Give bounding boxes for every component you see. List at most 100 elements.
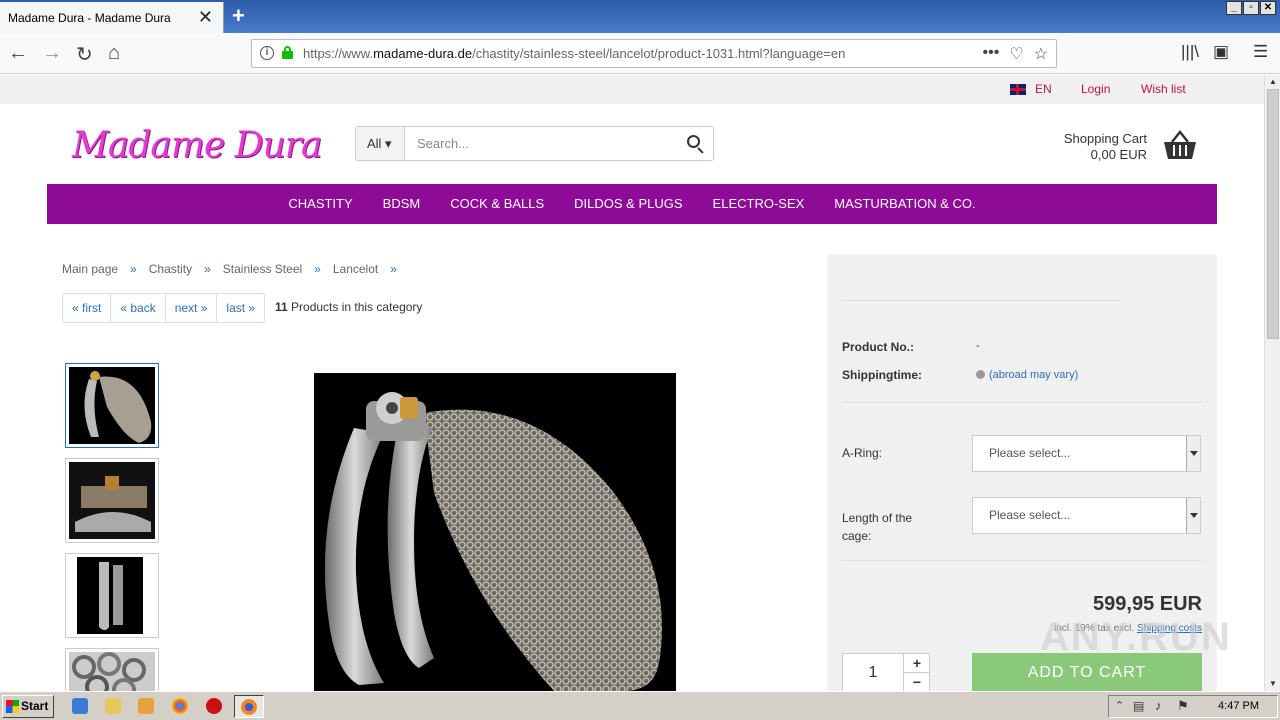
scrollbar-thumb[interactable] [1267,89,1279,339]
minimize-button[interactable]: _ [1226,1,1242,15]
divider [842,402,1202,403]
aring-select[interactable]: Please select... [972,435,1201,472]
product-thumbnail[interactable] [65,458,159,543]
pocket-icon[interactable]: ♡ [1009,44,1023,64]
menu-item-dildos-plugs[interactable]: DILDOS & PLUGS [559,184,697,224]
network-icon[interactable]: ▤ [1133,699,1144,713]
firefox-icon [241,699,257,715]
tab-title: Madame Dura - Madame Dura [8,11,171,25]
divider [842,300,1122,301]
cage-length-select[interactable]: Please select... [972,497,1201,534]
login-link[interactable]: Login [1081,82,1110,96]
chevron-down-icon [1186,436,1200,471]
cart-label[interactable]: Shopping Cart [1064,131,1147,146]
search-input[interactable] [406,127,676,160]
chrome-icon[interactable] [172,698,188,714]
aring-label: A-Ring: [842,446,883,460]
quantity-plus-button[interactable]: + [903,654,930,673]
breadcrumb-item[interactable]: Stainless Steel [223,262,302,276]
info-icon[interactable]: i [260,46,274,60]
product-number-label: Product No.: [842,340,914,354]
product-thumbnail[interactable] [65,363,159,448]
browser-tabbar: Madame Dura - Madame Dura ✕ + _ ▫ ✕ [0,0,1280,33]
menu-item-masturbation[interactable]: MASTURBATION & CO. [819,184,990,224]
site-logo[interactable]: Madame Dura [72,125,322,166]
breadcrumb-separator: » [130,262,137,276]
tray-expand-icon[interactable]: ⌃ [1115,699,1124,712]
status-dot-icon [976,370,985,379]
shipping-time-value: (abroad may vary) [976,369,1078,381]
quantity-input[interactable]: 1 [843,654,903,691]
product-thumbnail[interactable] [65,648,159,691]
hamburger-menu-icon[interactable]: ☰ [1253,42,1268,62]
library-icon[interactable]: |||\ [1181,42,1199,62]
page-actions-icon[interactable]: ••• [983,44,1000,64]
wishlist-link[interactable]: Wish list [1141,82,1186,96]
forward-arrow-icon[interactable]: → [42,42,62,65]
breadcrumb-item[interactable]: Chastity [149,262,192,276]
pager-next-button[interactable]: next » [166,294,218,322]
product-thumbnail-image [69,652,155,691]
browser-navbar: ← → ↻ ⌂ i https://www.madame-dura.de/cha… [0,33,1280,74]
product-thumbnail-image [69,557,155,634]
home-icon[interactable]: ⌂ [108,42,120,65]
shopping-basket-icon[interactable] [1163,130,1197,160]
lock-icon[interactable] [282,46,293,59]
pager-last-button[interactable]: last » [217,294,264,322]
main-menu: CHASTITY BDSM COCK & BALLS DILDOS & PLUG… [47,184,1217,224]
bookmark-star-icon[interactable]: ☆ [1034,44,1048,64]
windows-taskbar: Start ⌃ ▤ ♪ ⚑ 4:47 PM [0,691,1280,720]
uk-flag-icon[interactable] [1010,84,1026,95]
watermark-logo: ANY.RUN [1040,615,1232,659]
category-product-count: 11 Products in this category [275,300,423,314]
breadcrumb-item[interactable]: Main page [62,262,118,276]
product-main-image[interactable] [314,373,676,691]
reload-icon[interactable]: ↻ [76,42,93,67]
breadcrumb-separator: » [314,262,321,276]
search-icon[interactable] [687,135,705,154]
ie-icon[interactable] [72,698,88,714]
chevron-down-icon [1186,498,1200,533]
url-text[interactable]: https://www.madame-dura.de/chastity/stai… [303,46,845,61]
search-category-dropdown[interactable]: All ▾ [356,127,405,160]
menu-item-cock-balls[interactable]: COCK & BALLS [435,184,559,224]
media-player-icon[interactable] [138,698,154,714]
volume-icon[interactable]: ♪ [1155,698,1162,713]
scroll-up-arrow-icon[interactable]: ▲ [1265,75,1280,89]
opera-icon[interactable] [206,698,222,714]
explorer-folder-icon[interactable] [105,698,121,714]
close-window-button[interactable]: ✕ [1260,1,1276,15]
search-bar: All ▾ [355,126,714,161]
menu-item-bdsm[interactable]: BDSM [368,184,436,224]
breadcrumb-separator: » [390,262,397,276]
browser-tab[interactable]: Madame Dura - Madame Dura ✕ [0,2,224,33]
start-button[interactable]: Start [2,695,54,718]
close-tab-icon[interactable]: ✕ [198,7,213,28]
language-link[interactable]: EN [1035,82,1052,96]
pager-back-button[interactable]: « back [111,294,166,322]
product-thumbnail-image [69,462,155,539]
pager-first-button[interactable]: « first [63,294,112,322]
back-arrow-icon[interactable]: ← [8,42,28,65]
product-price: 599,95 EUR [1093,593,1202,615]
flag-icon[interactable]: ⚑ [1177,698,1189,714]
menu-item-electro-sex[interactable]: ELECTRO-SEX [698,184,820,224]
quantity-minus-button[interactable]: − [903,673,930,691]
scroll-down-arrow-icon[interactable]: ▼ [1265,677,1280,691]
menu-item-chastity[interactable]: CHASTITY [273,184,367,224]
sidebar-icon[interactable]: ▣ [1213,42,1229,62]
new-tab-button[interactable]: + [232,3,245,29]
firefox-taskbar-button[interactable] [234,695,264,718]
breadcrumb: Main page » Chastity » Stainless Steel »… [62,262,397,276]
divider [842,560,1202,561]
quantity-stepper: 1 + − [842,653,930,691]
address-bar[interactable]: i https://www.madame-dura.de/chastity/st… [251,39,1057,68]
restore-button[interactable]: ▫ [1243,1,1259,15]
breadcrumb-separator: » [204,262,211,276]
cart-total[interactable]: 0,00 EUR [1091,147,1147,162]
cage-length-label: Length of the cage: [842,511,913,543]
breadcrumb-item[interactable]: Lancelot [333,262,378,276]
product-thumbnail[interactable] [65,553,159,638]
page-scrollbar[interactable]: ▲ ▼ [1264,75,1280,691]
clock[interactable]: 4:47 PM [1218,700,1259,712]
